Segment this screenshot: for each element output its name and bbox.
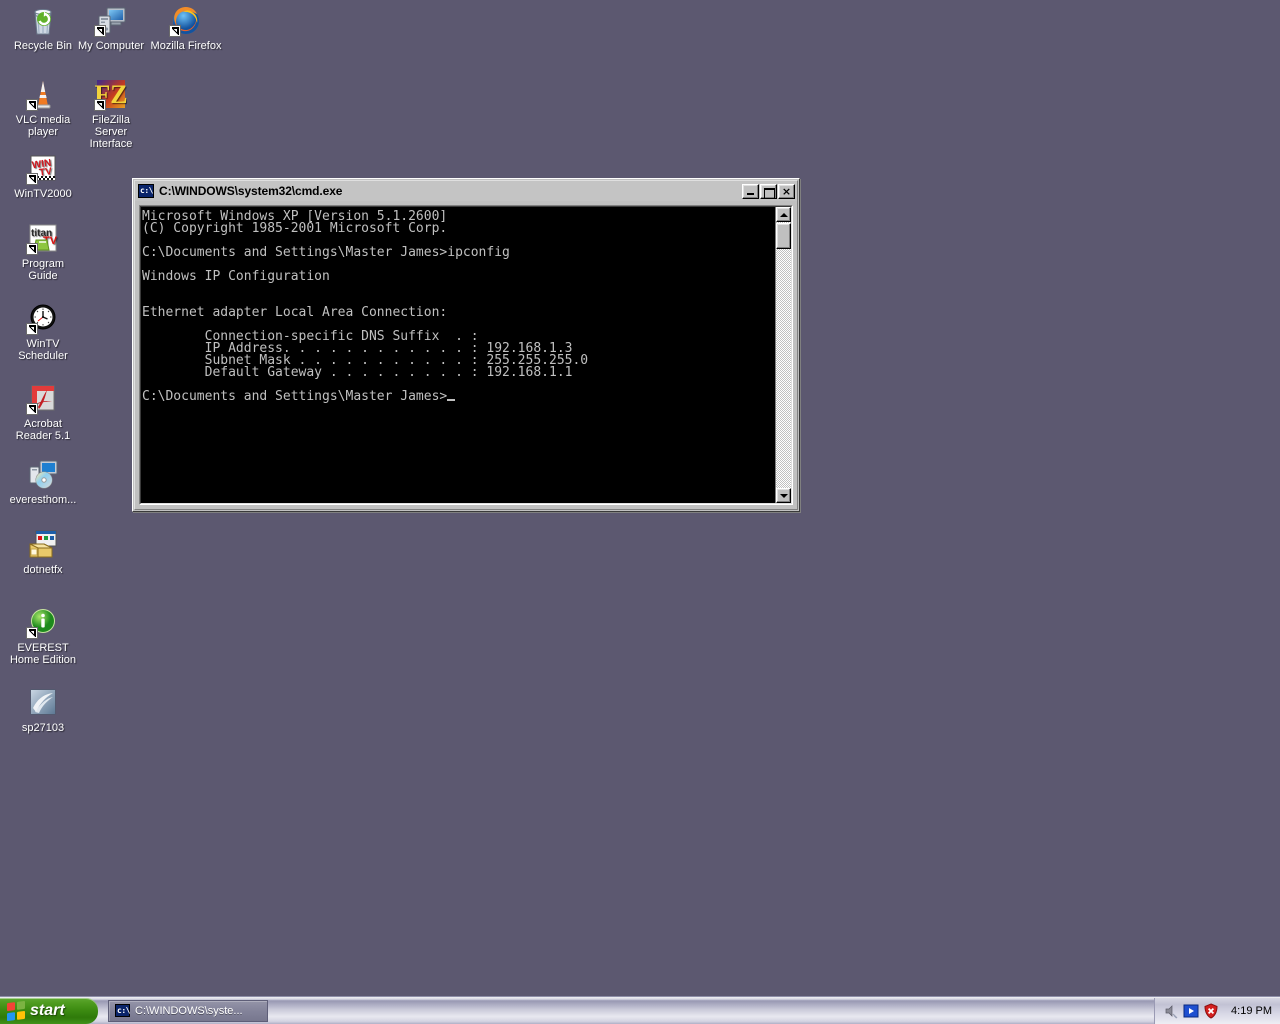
taskbar[interactable]: start C:\WINDOWS\syste... 4:19 PM bbox=[0, 996, 1280, 1024]
desktop-icon-label: dotnetfx bbox=[6, 564, 80, 576]
shortcut-overlay-icon bbox=[26, 627, 38, 639]
console-line: Default Gateway . . . . . . . . . : 192.… bbox=[142, 365, 572, 380]
my-computer-icon bbox=[95, 4, 127, 36]
filezilla-icon: FZ bbox=[95, 78, 127, 110]
desktop-icon-program-guide[interactable]: titan TV Program Guide bbox=[6, 222, 80, 282]
scrollbar-thumb[interactable] bbox=[776, 223, 791, 249]
desktop-icon-label: My Computer bbox=[74, 40, 148, 52]
desktop-icon-label: Program Guide bbox=[6, 258, 80, 282]
console-cursor bbox=[447, 399, 455, 401]
desktop-icon-my-computer[interactable]: My Computer bbox=[74, 4, 148, 52]
desktop-icon-label: Mozilla Firefox bbox=[149, 40, 223, 52]
console-outer: Microsoft Windows XP [Version 5.1.2600] … bbox=[139, 205, 793, 505]
command-prompt-window[interactable]: C:\WINDOWS\system32\cmd.exe × Microsoft … bbox=[132, 178, 800, 512]
desktop-icon-label: everesthom... bbox=[6, 494, 80, 506]
everest-info-icon bbox=[27, 606, 59, 638]
shortcut-overlay-icon bbox=[94, 99, 106, 111]
security-alert-shield-icon[interactable] bbox=[1203, 1003, 1219, 1019]
desktop-icon-label: WinTV Scheduler bbox=[6, 338, 80, 362]
console-line: Ethernet adapter Local Area Connection: bbox=[142, 305, 447, 320]
console-area[interactable]: Microsoft Windows XP [Version 5.1.2600] … bbox=[140, 206, 792, 504]
desktop-icon-everest-home[interactable]: EVEREST Home Edition bbox=[6, 606, 80, 666]
start-button-label: start bbox=[30, 1002, 65, 1020]
start-button[interactable]: start bbox=[0, 998, 98, 1024]
hp-softpaq-icon bbox=[27, 686, 59, 718]
desktop-icon-sp27103[interactable]: sp27103 bbox=[6, 686, 80, 734]
shortcut-overlay-icon bbox=[26, 99, 38, 111]
close-button[interactable]: × bbox=[778, 184, 795, 199]
task-button-label: C:\WINDOWS\syste... bbox=[135, 1005, 243, 1017]
window-title: C:\WINDOWS\system32\cmd.exe bbox=[159, 184, 741, 198]
console-line: (C) Copyright 1985-2001 Microsoft Corp. bbox=[142, 221, 447, 236]
vlc-cone-icon bbox=[27, 78, 59, 110]
desktop-icon-label: EVEREST Home Edition bbox=[6, 642, 80, 666]
svg-text:TV: TV bbox=[39, 166, 54, 179]
volume-muted-icon[interactable] bbox=[1163, 1003, 1179, 1019]
task-button-area: C:\WINDOWS\syste... bbox=[98, 997, 1154, 1024]
desktop-icon-label: Acrobat Reader 5.1 bbox=[6, 418, 80, 442]
scroll-down-icon[interactable] bbox=[776, 488, 791, 503]
close-icon: × bbox=[779, 185, 794, 198]
scroll-up-icon[interactable] bbox=[776, 207, 791, 222]
minimize-button[interactable] bbox=[742, 184, 759, 199]
shortcut-overlay-icon bbox=[26, 403, 38, 415]
maximize-button[interactable] bbox=[760, 184, 777, 199]
window-inner-frame: C:\WINDOWS\system32\cmd.exe × Microsoft … bbox=[134, 180, 798, 510]
desktop-icon-recycle-bin[interactable]: Recycle Bin bbox=[6, 4, 80, 52]
window-title-bar[interactable]: C:\WINDOWS\system32\cmd.exe × bbox=[135, 181, 797, 201]
desktop-icon-vlc-media-player[interactable]: VLC media player bbox=[6, 78, 80, 138]
firefox-icon bbox=[170, 4, 202, 36]
desktop-icon-wintv2000[interactable]: WIN TV WinTV2000 bbox=[6, 152, 80, 200]
console-line: C:\Documents and Settings\Master James>i… bbox=[142, 245, 510, 260]
media-play-icon[interactable] bbox=[1183, 1003, 1199, 1019]
desktop-icon-wintv-scheduler[interactable]: WinTV Scheduler bbox=[6, 302, 80, 362]
console-line: Windows IP Configuration bbox=[142, 269, 330, 284]
desktop-icon-label: VLC media player bbox=[6, 114, 80, 138]
taskbar-task-cmd[interactable]: C:\WINDOWS\syste... bbox=[108, 1000, 268, 1022]
shortcut-overlay-icon bbox=[26, 323, 38, 335]
desktop-icon-label: FileZilla Server Interface bbox=[74, 114, 148, 150]
recycle-bin-icon bbox=[27, 4, 59, 36]
titantv-icon: titan TV bbox=[27, 222, 59, 254]
shortcut-overlay-icon bbox=[169, 25, 181, 37]
desktop-icon-acrobat-reader[interactable]: Acrobat Reader 5.1 bbox=[6, 382, 80, 442]
desktop-icon-label: WinTV2000 bbox=[6, 188, 80, 200]
clock-icon bbox=[27, 302, 59, 334]
windows-flag-icon bbox=[7, 1001, 25, 1021]
desktop-icon-label: Recycle Bin bbox=[6, 40, 80, 52]
console-output[interactable]: Microsoft Windows XP [Version 5.1.2600] … bbox=[141, 207, 775, 503]
desktop-icon-everesthome-setup[interactable]: everesthom... bbox=[6, 458, 80, 506]
desktop-icon-mozilla-firefox[interactable]: Mozilla Firefox bbox=[149, 4, 223, 52]
shortcut-overlay-icon bbox=[26, 173, 38, 185]
console-scrollbar[interactable] bbox=[775, 207, 791, 503]
desktop-icon-filezilla-server[interactable]: FZ FileZilla Server Interface bbox=[74, 78, 148, 150]
system-tray[interactable]: 4:19 PM bbox=[1154, 998, 1280, 1024]
wintv-icon: WIN TV bbox=[27, 152, 59, 184]
acrobat-icon bbox=[27, 382, 59, 414]
console-icon bbox=[115, 1004, 130, 1017]
desktop-icon-dotnetfx[interactable]: dotnetfx bbox=[6, 528, 80, 576]
console-line: C:\Documents and Settings\Master James> bbox=[142, 389, 447, 404]
shortcut-overlay-icon bbox=[26, 243, 38, 255]
console-icon bbox=[138, 184, 154, 198]
taskbar-clock[interactable]: 4:19 PM bbox=[1231, 1005, 1272, 1017]
setup-disc-icon bbox=[27, 458, 59, 490]
desktop-icon-label: sp27103 bbox=[6, 722, 80, 734]
shortcut-overlay-icon bbox=[94, 25, 106, 37]
installer-box-icon bbox=[27, 528, 59, 560]
